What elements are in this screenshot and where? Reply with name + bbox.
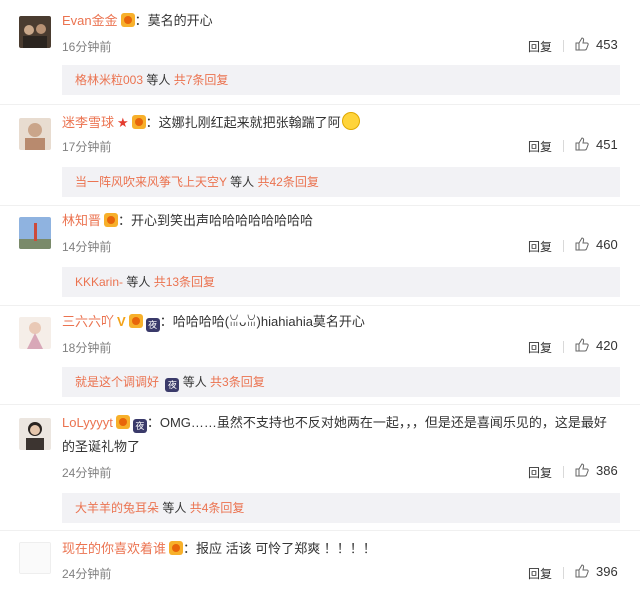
like-count: 451	[596, 137, 618, 152]
sub-reply-user[interactable]: 当一阵风吹来风筝飞上天空Y	[75, 175, 227, 189]
username[interactable]: Evan金金	[62, 13, 118, 28]
reply-button[interactable]: 回复	[528, 138, 552, 155]
comment-line: 现在的你喜欢着谁 ：报应 活该 可怜了郑爽 ！！！！	[62, 540, 376, 558]
thumbs-up-icon[interactable]	[575, 237, 589, 251]
sub-reply-total[interactable]: 共7条回复	[174, 73, 229, 87]
sub-reply-user[interactable]: KKKarin-	[75, 275, 123, 289]
username[interactable]: LoLyyyyt	[62, 415, 113, 430]
night-badge-icon: 夜	[145, 318, 160, 332]
separator	[563, 567, 564, 579]
thumbs-up-icon[interactable]	[575, 463, 589, 477]
avatar[interactable]	[19, 118, 51, 150]
reply-button[interactable]: 回复	[528, 339, 552, 356]
avatar[interactable]	[19, 542, 51, 574]
like-count: 386	[596, 463, 618, 478]
username[interactable]: 迷李雪球	[62, 115, 114, 130]
timestamp: 17分钟前	[62, 140, 112, 154]
sub-reply-user[interactable]: 格林米粒003	[75, 73, 143, 87]
sub-reply-total[interactable]: 共3条回复	[210, 375, 265, 389]
sub-reply-mid: 等人	[123, 275, 154, 289]
comment-text: ：哈哈哈哈(ꈍᴗꈍ)hiahiahia莫名开心	[159, 314, 365, 329]
timestamp: 24分钟前	[62, 567, 112, 581]
comment-line: 林知晋 ：开心到笑出声哈哈哈哈哈哈哈哈	[62, 212, 313, 230]
timestamp: 14分钟前	[62, 240, 112, 254]
smile-emoji-icon	[341, 112, 360, 130]
vip-badge-icon	[128, 314, 143, 328]
sub-replies-box[interactable]: 就是这个调调好 夜 等人 共3条回复	[62, 367, 620, 397]
divider	[0, 305, 640, 306]
like-count: 396	[596, 564, 618, 579]
username[interactable]: 现在的你喜欢着谁	[62, 541, 166, 556]
comment-line: 三六六吖 V 夜：哈哈哈哈(ꈍᴗꈍ)hiahiahia莫名开心	[62, 313, 365, 332]
divider	[0, 205, 640, 206]
avatar[interactable]	[19, 16, 51, 48]
vip-badge-icon	[115, 415, 130, 429]
vip-badge-icon	[131, 115, 146, 129]
comment-text: ：报应 活该 可怜了郑爽 ！！！！	[183, 541, 376, 556]
separator	[563, 341, 564, 353]
divider	[0, 530, 640, 531]
comment-line: LoLyyyyt 夜：OMG……虽然不支持也不反对她两在一起，，，但是还是喜闻乐见…	[62, 414, 607, 433]
reply-button[interactable]: 回复	[528, 565, 552, 582]
divider	[0, 104, 640, 105]
separator	[563, 240, 564, 252]
sub-replies-box[interactable]: KKKarin- 等人 共13条回复	[62, 267, 620, 297]
vip-badge-icon	[169, 541, 184, 555]
thumbs-up-icon[interactable]	[575, 338, 589, 352]
divider	[0, 404, 640, 405]
sub-replies-box[interactable]: 当一阵风吹来风筝飞上天空Y 等人 共42条回复	[62, 167, 620, 197]
sub-reply-mid: 等人	[179, 375, 211, 389]
like-count: 460	[596, 237, 618, 252]
like-count: 420	[596, 338, 618, 353]
verified-v-icon: V	[117, 314, 126, 329]
sub-replies-box[interactable]: 大羊羊的兔耳朵 等人 共4条回复	[62, 493, 620, 523]
comment-line: Evan金金 ：莫名的开心	[62, 12, 213, 30]
reply-button[interactable]: 回复	[528, 38, 552, 55]
vip-badge-icon	[104, 213, 119, 227]
timestamp: 24分钟前	[62, 466, 112, 480]
sub-reply-mid: 等人	[143, 73, 174, 87]
thumbs-up-icon[interactable]	[575, 137, 589, 151]
comment-text: ：这娜扎刚红起来就把张翰踹了阿	[145, 115, 341, 130]
reply-button[interactable]: 回复	[528, 464, 552, 481]
vip-badge-icon	[120, 13, 135, 27]
comment-text: ：开心到笑出声哈哈哈哈哈哈哈哈	[118, 213, 314, 228]
sub-reply-total[interactable]: 共42条回复	[257, 175, 318, 189]
sub-reply-user[interactable]: 就是这个调调好	[75, 375, 159, 389]
separator	[563, 40, 564, 52]
night-badge-icon: 夜	[165, 378, 180, 392]
separator	[563, 466, 564, 478]
sub-reply-user[interactable]: 大羊羊的兔耳朵	[75, 501, 159, 515]
sub-replies-box[interactable]: 格林米粒003 等人 共7条回复	[62, 65, 620, 95]
sub-reply-total[interactable]: 共13条回复	[154, 275, 215, 289]
like-count: 453	[596, 37, 618, 52]
separator	[563, 140, 564, 152]
avatar[interactable]	[19, 317, 51, 349]
thumbs-up-icon[interactable]	[575, 37, 589, 51]
username[interactable]: 三六六吖	[62, 314, 114, 329]
comment-text: ：莫名的开心	[134, 13, 213, 28]
username[interactable]: 林知晋	[62, 213, 101, 228]
thumbs-up-icon[interactable]	[575, 564, 589, 578]
sub-reply-mid: 等人	[159, 501, 190, 515]
night-badge-icon: 夜	[132, 419, 147, 433]
star-icon: ★	[117, 115, 129, 130]
comment-text: ：OMG……虽然不支持也不反对她两在一起，，，但是还是喜闻乐见的，这是最好	[146, 415, 607, 430]
sub-reply-mid: 等人	[226, 175, 258, 189]
avatar[interactable]	[19, 418, 51, 450]
comment-text-cont: 的圣诞礼物了	[62, 439, 141, 454]
timestamp: 18分钟前	[62, 341, 112, 355]
timestamp: 16分钟前	[62, 40, 112, 54]
reply-button[interactable]: 回复	[528, 238, 552, 255]
comment-line: 迷李雪球 ★ ：这娜扎刚红起来就把张翰踹了阿	[62, 112, 360, 132]
sub-reply-total[interactable]: 共4条回复	[190, 501, 245, 515]
avatar[interactable]	[19, 217, 51, 249]
